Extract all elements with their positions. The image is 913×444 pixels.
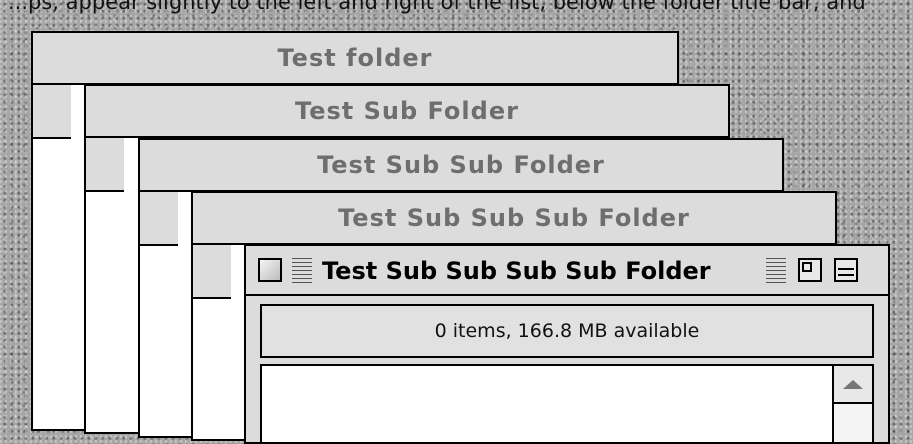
active-window-title: Test Sub Sub Sub Sub Folder bbox=[322, 257, 711, 285]
caption-text: ...ps, appear slightly to the left and r… bbox=[8, 0, 866, 14]
folder-info-bar: 0 items, 166.8 MB available bbox=[260, 304, 874, 358]
close-icon[interactable] bbox=[258, 258, 282, 282]
vertical-scrollbar[interactable] bbox=[832, 366, 872, 442]
window-title: Test Sub Folder bbox=[295, 97, 519, 125]
window-header-band bbox=[33, 85, 71, 139]
titlebar[interactable]: Test Sub Sub Sub Folder bbox=[193, 193, 835, 245]
zoom-icon[interactable] bbox=[798, 258, 822, 282]
window-title: Test folder bbox=[277, 44, 433, 72]
window-header-band bbox=[140, 192, 178, 246]
titlebar[interactable]: Test Sub Folder bbox=[86, 86, 728, 138]
title-grip-icon bbox=[292, 258, 312, 284]
window-active[interactable]: Test Sub Sub Sub Sub Folder 0 items, 166… bbox=[244, 244, 890, 444]
file-list-area[interactable] bbox=[260, 364, 874, 442]
window-header-band bbox=[193, 245, 231, 299]
items-available-text: 0 items, 166.8 MB available bbox=[434, 320, 700, 342]
active-titlebar[interactable]: Test Sub Sub Sub Sub Folder bbox=[246, 246, 888, 296]
window-title: Test Sub Sub Sub Folder bbox=[338, 204, 690, 232]
titlebar[interactable]: Test Sub Sub Folder bbox=[140, 140, 782, 192]
window-header-band bbox=[86, 138, 124, 192]
scroll-up-arrow-icon[interactable] bbox=[834, 366, 872, 404]
title-grip-icon bbox=[766, 258, 786, 284]
caption-strip: ...ps, appear slightly to the left and r… bbox=[0, 0, 913, 22]
titlebar[interactable]: Test folder bbox=[33, 33, 677, 85]
window-title: Test Sub Sub Folder bbox=[317, 151, 605, 179]
collapse-icon[interactable] bbox=[834, 258, 858, 282]
